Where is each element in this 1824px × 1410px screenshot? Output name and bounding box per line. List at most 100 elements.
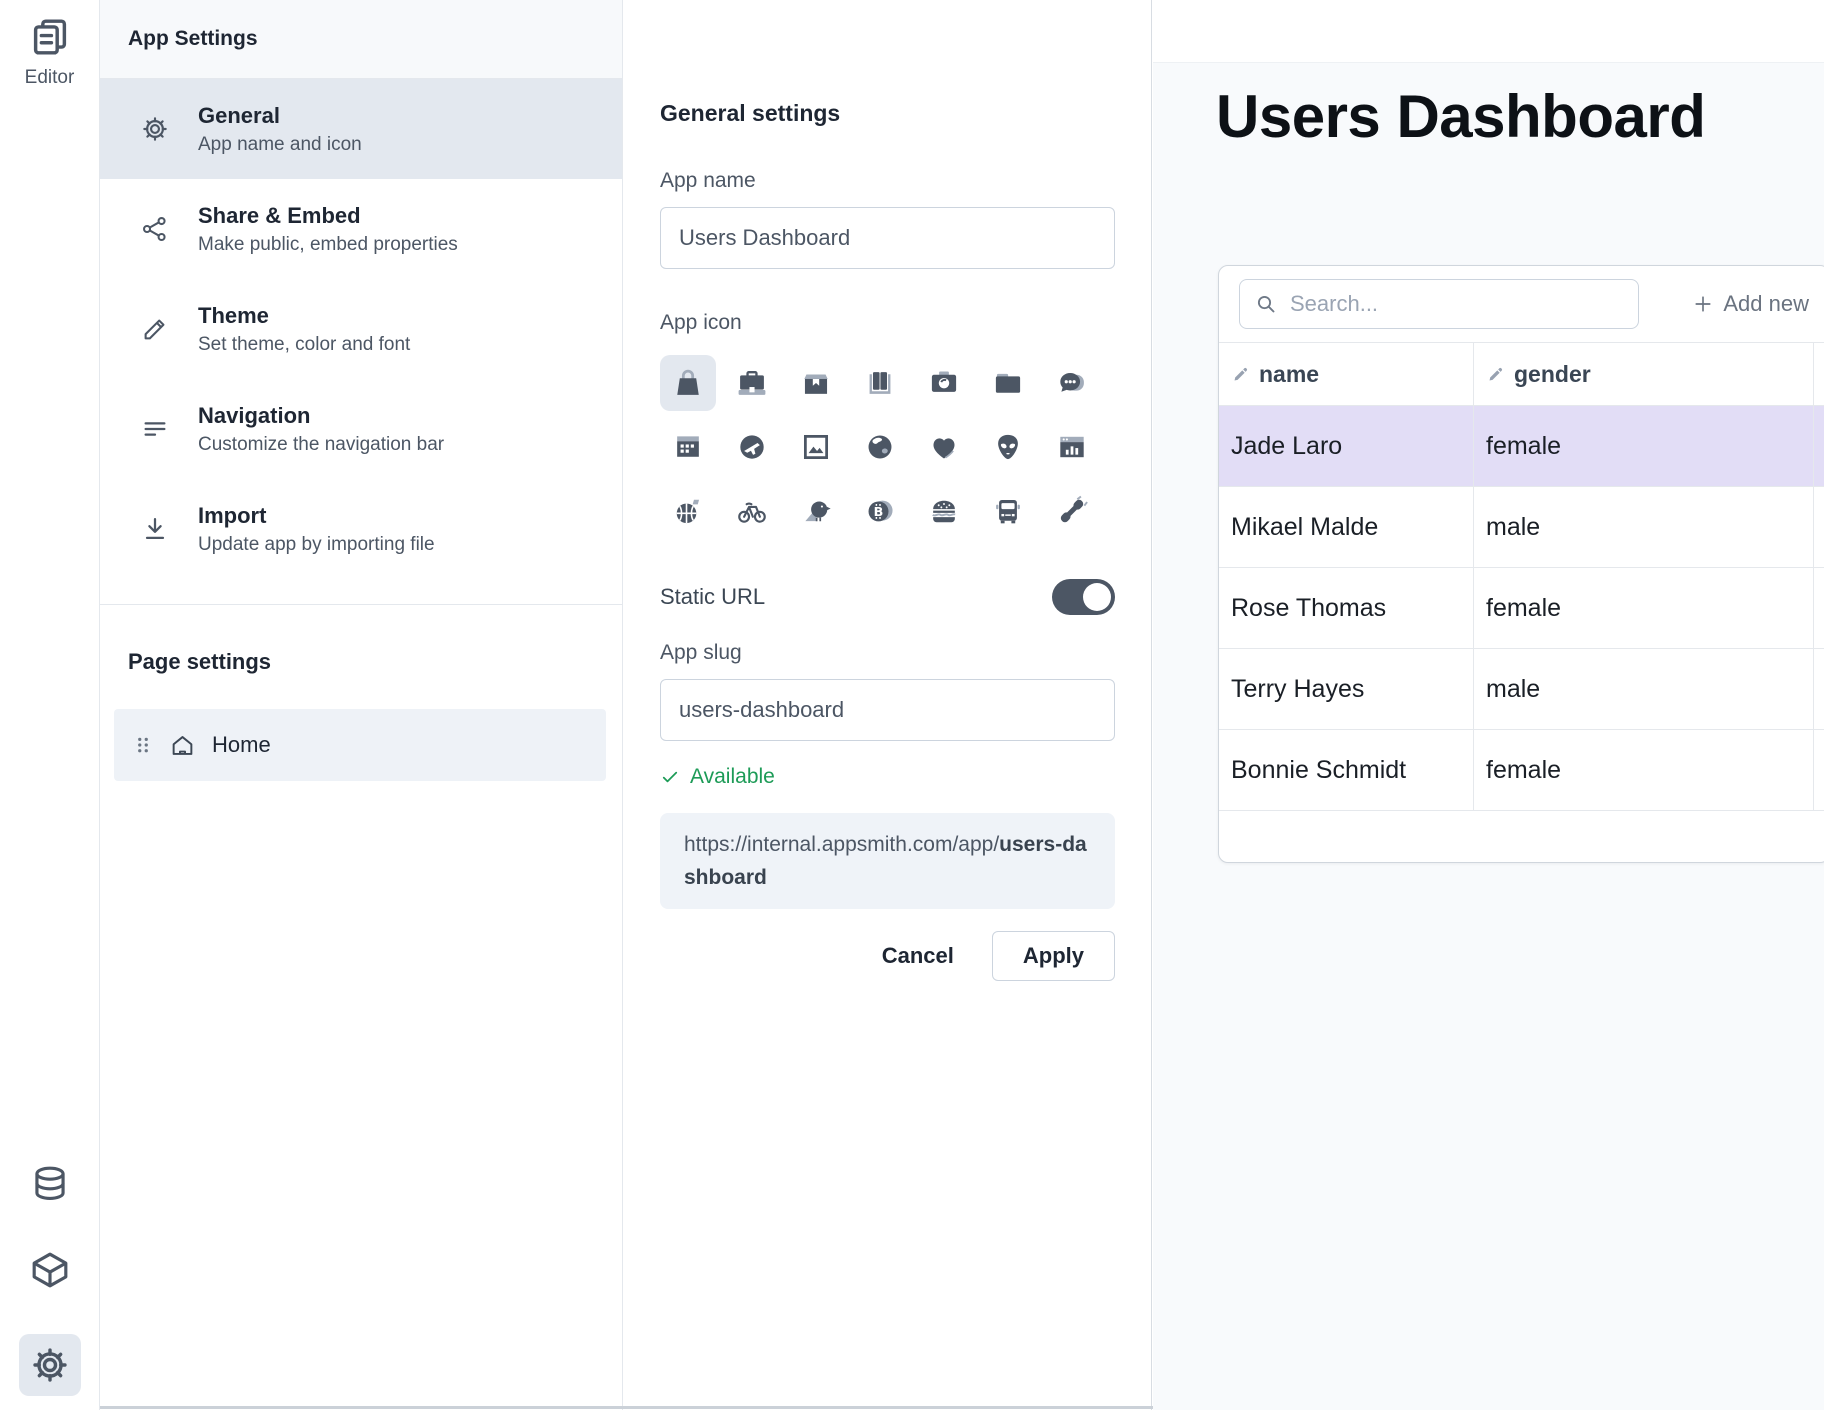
column-header-name[interactable]: name: [1219, 343, 1474, 405]
app-slug-input[interactable]: [660, 679, 1115, 741]
settings-gear-button[interactable]: [19, 1334, 81, 1396]
cell-overflow: [1814, 568, 1824, 648]
app-icon-option-bar-chart[interactable]: [1044, 419, 1100, 475]
table-row[interactable]: Jade Larofemale: [1219, 405, 1824, 486]
settings-menu-item-general[interactable]: GeneralApp name and icon: [100, 79, 622, 179]
shopping-bag-icon: [671, 366, 705, 400]
cell-name[interactable]: Mikael Malde: [1219, 487, 1474, 567]
home-icon: [169, 732, 196, 759]
cell-gender[interactable]: male: [1474, 487, 1814, 567]
download-icon: [140, 514, 170, 544]
app-icon-option-globe[interactable]: [852, 419, 908, 475]
basketball-icon: [671, 494, 705, 528]
share-icon: [140, 214, 170, 244]
table-search-input[interactable]: [1288, 290, 1624, 318]
add-new-button[interactable]: Add new: [1691, 291, 1809, 317]
libraries-cube-icon[interactable]: [28, 1248, 72, 1292]
settings-menu: GeneralApp name and icon Share & EmbedMak…: [100, 79, 622, 579]
search-icon: [1254, 292, 1278, 316]
app-icon-option-calendar[interactable]: [660, 419, 716, 475]
rail-bottom-group: [0, 1162, 99, 1396]
cell-gender[interactable]: female: [1474, 568, 1814, 648]
left-rail: Editor: [0, 0, 100, 1410]
table-body: Jade LarofemaleMikael MaldemaleRose Thom…: [1219, 405, 1824, 810]
app-icon-option-bicycle[interactable]: [724, 483, 780, 539]
table-header-row: name gender: [1219, 342, 1824, 405]
availability-status: Available: [660, 765, 1115, 789]
app-icon-option-image[interactable]: [788, 419, 844, 475]
drag-handle-icon[interactable]: [130, 732, 156, 758]
general-settings-title: General settings: [660, 0, 1115, 127]
menu-item-text: Import Update app by importing file: [198, 503, 435, 556]
calendar-icon: [671, 430, 705, 464]
table-row[interactable]: Terry Hayesmale: [1219, 648, 1824, 729]
bird-icon: [799, 494, 833, 528]
cell-gender[interactable]: male: [1474, 649, 1814, 729]
page-item-home[interactable]: Home: [114, 709, 606, 781]
app-icon-option-airplane[interactable]: [724, 419, 780, 475]
app-icon-option-camera[interactable]: [916, 355, 972, 411]
menu-item-subtitle: Make public, embed properties: [198, 234, 458, 256]
cell-name[interactable]: Rose Thomas: [1219, 568, 1474, 648]
app-icon-option-box[interactable]: [788, 355, 844, 411]
cell-overflow: [1814, 406, 1824, 486]
cell-gender[interactable]: female: [1474, 406, 1814, 486]
cell-name[interactable]: Terry Hayes: [1219, 649, 1474, 729]
app-icon-option-burger[interactable]: [916, 483, 972, 539]
settings-actions: Cancel Apply: [660, 931, 1115, 981]
app-icon-option-book[interactable]: [852, 355, 908, 411]
page-settings-heading: Page settings: [128, 649, 622, 675]
app-icon-option-folder[interactable]: [980, 355, 1036, 411]
app-icon-option-shopping-bag[interactable]: [660, 355, 716, 411]
app-icon-grid: B: [660, 355, 1115, 539]
page-item-label: Home: [212, 732, 271, 758]
page-title: Users Dashboard: [1216, 82, 1705, 151]
editor-nav-item[interactable]: Editor: [0, 14, 99, 89]
table-row[interactable]: Rose Thomasfemale: [1219, 567, 1824, 648]
app-icon-option-alien[interactable]: [980, 419, 1036, 475]
apply-button[interactable]: Apply: [992, 931, 1115, 981]
cell-name[interactable]: Bonnie Schmidt: [1219, 730, 1474, 810]
cancel-button[interactable]: Cancel: [882, 943, 954, 969]
app-settings-pane: App Settings GeneralApp name and iconSha…: [100, 0, 623, 1410]
table-row[interactable]: Mikael Maldemale: [1219, 486, 1824, 567]
bitcoin-icon: B: [863, 494, 897, 528]
plus-icon: [1691, 292, 1715, 316]
add-new-label: Add new: [1723, 291, 1809, 317]
app-name-input[interactable]: [660, 207, 1115, 269]
menu-item-subtitle: App name and icon: [198, 134, 362, 156]
column-header-gender[interactable]: gender: [1474, 343, 1814, 405]
settings-menu-item-navigation[interactable]: NavigationCustomize the navigation bar: [100, 379, 622, 479]
settings-menu-item-share-embed[interactable]: Share & EmbedMake public, embed properti…: [100, 179, 622, 279]
app-icon-option-briefcase[interactable]: [724, 355, 780, 411]
cell-name[interactable]: Jade Laro: [1219, 406, 1474, 486]
users-table-widget: Add new name: [1218, 265, 1824, 863]
app-url-preview: https://internal.appsmith.com/app/users-…: [660, 813, 1115, 909]
url-prefix: https://internal.appsmith.com/app/: [684, 833, 999, 856]
app-icon-option-heart[interactable]: [916, 419, 972, 475]
app-icon-option-basketball[interactable]: [660, 483, 716, 539]
folder-icon: [991, 366, 1025, 400]
static-url-toggle[interactable]: [1052, 579, 1115, 615]
editor-label: Editor: [25, 67, 75, 89]
app-name-label: App name: [660, 169, 1115, 193]
menu-item-text: GeneralApp name and icon: [198, 103, 362, 156]
app-icon-option-bitcoin[interactable]: B: [852, 483, 908, 539]
table-row[interactable]: Bonnie Schmidtfemale: [1219, 729, 1824, 810]
menu-item-subtitle: Update app by importing file: [198, 534, 435, 556]
menu-divider: [100, 604, 622, 605]
cell-gender[interactable]: female: [1474, 730, 1814, 810]
app-icon-option-bird[interactable]: [788, 483, 844, 539]
app-icon-option-phone[interactable]: [1044, 483, 1100, 539]
datasources-database-icon[interactable]: [28, 1162, 72, 1206]
app-icon-option-chat[interactable]: [1044, 355, 1100, 411]
table-search-box[interactable]: [1239, 279, 1639, 329]
heart-icon: [927, 430, 961, 464]
settings-menu-item-import[interactable]: Import Update app by importing file: [100, 479, 622, 579]
image-icon: [799, 430, 833, 464]
app-icon-option-bus[interactable]: [980, 483, 1036, 539]
menu-item-title: Import: [198, 503, 435, 529]
settings-menu-item-theme[interactable]: ThemeSet theme, color and font: [100, 279, 622, 379]
globe-icon: [863, 430, 897, 464]
table-footer: [1219, 810, 1824, 862]
